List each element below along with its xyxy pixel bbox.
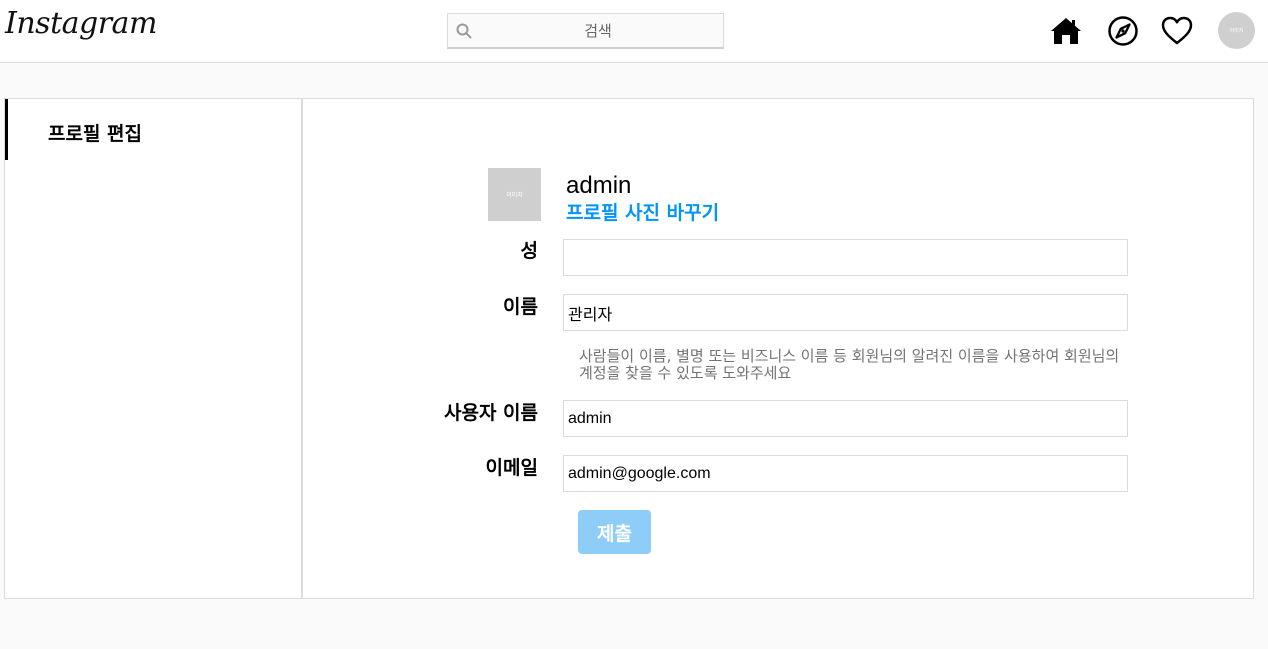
heart-icon[interactable] (1161, 15, 1193, 47)
first-name-field[interactable] (563, 294, 1128, 331)
sidebar-item-edit-profile[interactable]: 프로필 편집 (5, 99, 301, 160)
last-name-field[interactable] (563, 239, 1128, 276)
username-label: 사용자 이름 (443, 402, 538, 424)
search-icon (456, 23, 472, 39)
first-name-label: 이름 (503, 296, 538, 318)
top-navbar: Instagram 이미지 (0, 0, 1268, 63)
name-hint-text: 사람들이 이름, 별명 또는 비즈니스 이름 등 회원님의 알려진 이름을 사용… (579, 347, 1120, 382)
home-icon[interactable] (1050, 15, 1082, 47)
sidebar-item-label: 프로필 편집 (48, 123, 143, 145)
change-photo-link[interactable]: 프로필 사진 바꾸기 (566, 198, 719, 225)
instagram-logo[interactable]: Instagram (5, 6, 157, 41)
search-input[interactable] (478, 14, 718, 47)
username-field[interactable] (563, 400, 1128, 437)
email-field[interactable] (563, 455, 1128, 492)
search-box[interactable] (447, 13, 724, 49)
email-label: 이메일 (485, 457, 538, 479)
explore-icon[interactable] (1107, 15, 1139, 47)
edit-profile-panel: 프로필 편집 이미지 admin 프로필 사진 바꾸기 성 이름 사람들이 이름… (4, 98, 1254, 599)
profile-photo: 이미지 (488, 168, 541, 221)
settings-sidebar: 프로필 편집 (5, 99, 303, 598)
last-name-label: 성 (520, 240, 538, 262)
submit-button[interactable]: 제출 (578, 510, 651, 554)
profile-username: admin (566, 172, 632, 199)
avatar[interactable]: 이미지 (1218, 12, 1255, 49)
